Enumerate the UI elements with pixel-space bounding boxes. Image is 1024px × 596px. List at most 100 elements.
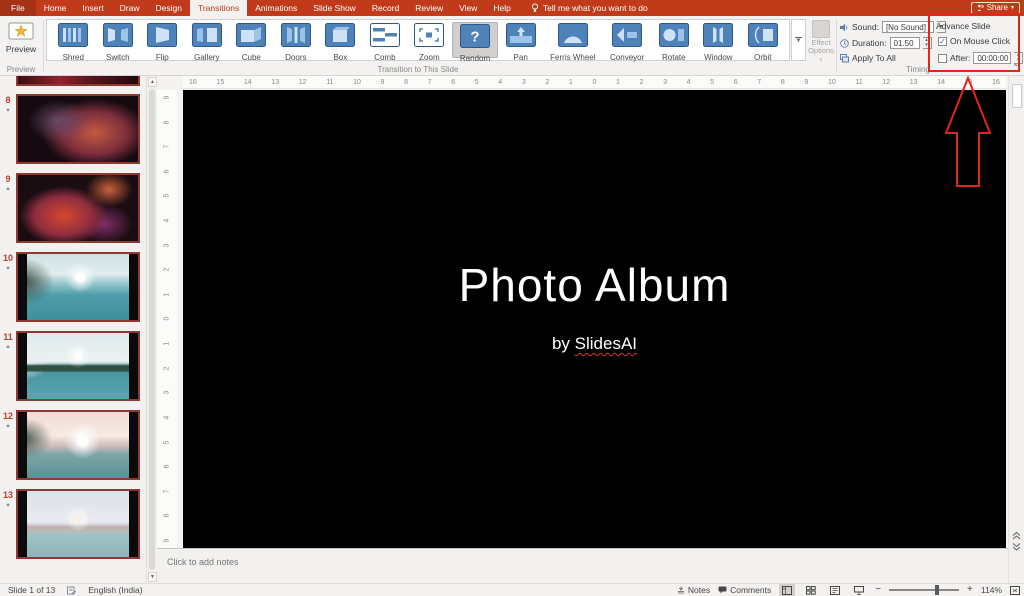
menu-tab-design[interactable]: Design xyxy=(148,0,190,16)
slide-thumbnail-13[interactable] xyxy=(16,489,140,559)
after-option[interactable]: After: 00:00:00 ▴▾ xyxy=(938,52,1023,64)
transition-label: Random xyxy=(460,54,490,63)
powerpoint-window: FileHomeInsertDrawDesignTransitionsAnima… xyxy=(0,0,1024,596)
menu-tab-transitions[interactable]: Transitions xyxy=(190,0,247,16)
transition-doors[interactable]: Doors xyxy=(274,22,319,58)
notes-placeholder: Click to add notes xyxy=(167,557,239,567)
slide-thumbnail-9[interactable] xyxy=(16,173,140,243)
transition-box[interactable]: Box xyxy=(318,22,363,58)
comments-toggle-label: Comments xyxy=(730,585,771,595)
share-button[interactable]: Share ▾ xyxy=(971,2,1020,14)
slide-thumbnail-row: 11✶ xyxy=(0,331,146,401)
notes-pane[interactable]: Click to add notes xyxy=(157,548,1008,583)
slide-thumbnail-10[interactable] xyxy=(16,252,140,322)
transition-pan[interactable]: Pan xyxy=(498,22,543,58)
slide-thumbnail-11[interactable] xyxy=(16,331,140,401)
rotate-transition-icon xyxy=(659,23,689,52)
menu-tab-file[interactable]: File xyxy=(0,0,36,16)
apply-to-all-button[interactable]: Apply To All xyxy=(840,53,896,63)
transition-rotate[interactable]: Rotate xyxy=(652,22,697,58)
thumbnail-scrollbar-thumb[interactable] xyxy=(149,89,155,570)
transition-ferris-wheel[interactable]: Ferris Wheel xyxy=(543,22,603,58)
effect-options-button[interactable]: Effect Options ˅ xyxy=(808,20,834,68)
transition-shred[interactable]: Shred xyxy=(51,22,96,58)
transition-window[interactable]: Window xyxy=(696,22,741,58)
svg-text:?: ? xyxy=(470,29,479,46)
menu-tab-view[interactable]: View xyxy=(451,0,485,16)
ruler-tick: 9 xyxy=(164,96,171,100)
transition-zoom[interactable]: Zoom xyxy=(407,22,452,58)
transition-label: Window xyxy=(704,53,732,62)
ruler-tick: 5 xyxy=(710,76,714,88)
duration-spinner[interactable]: ▴▾ xyxy=(923,37,932,49)
scroll-down-icon[interactable]: ▼ xyxy=(148,572,157,582)
zoom-in-button[interactable]: + xyxy=(967,585,973,595)
normal-view-button[interactable] xyxy=(779,584,795,596)
on-mouse-click-checkbox[interactable]: ✓ xyxy=(938,37,947,46)
tell-me-box[interactable]: Tell me what you want to do xyxy=(531,0,648,16)
sound-label: Sound: xyxy=(852,22,879,32)
comb-transition-icon xyxy=(370,23,400,52)
menu-tab-insert[interactable]: Insert xyxy=(74,0,111,16)
transition-conveyor[interactable]: Conveyor xyxy=(603,22,652,58)
menu-tab-draw[interactable]: Draw xyxy=(112,0,148,16)
ruler-tick: 3 xyxy=(522,76,526,88)
comments-toggle-button[interactable]: Comments xyxy=(718,585,771,595)
slide-title[interactable]: Photo Album xyxy=(183,258,1006,312)
transition-gallery[interactable]: Gallery xyxy=(185,22,230,58)
zoom-slider[interactable] xyxy=(889,589,959,591)
preview-group: Preview Preview xyxy=(0,16,42,75)
ruler-tick: 4 xyxy=(164,219,171,223)
slide-canvas[interactable]: Photo Album by SlidesAI xyxy=(183,90,1006,548)
reading-view-button[interactable] xyxy=(827,584,843,596)
transition-star-icon: ✶ xyxy=(0,502,16,509)
proofing-icon[interactable] xyxy=(67,586,76,595)
slide-show-view-button[interactable] xyxy=(851,584,867,596)
notes-toggle-button[interactable]: Notes xyxy=(677,585,710,595)
transition-random[interactable]: ?Random xyxy=(452,22,499,58)
language-indicator[interactable]: English (India) xyxy=(88,585,142,595)
zoom-level[interactable]: 114% xyxy=(981,585,1002,595)
on-mouse-click-option[interactable]: ✓ On Mouse Click xyxy=(938,36,1010,46)
preview-button[interactable]: Preview xyxy=(5,20,37,62)
zoom-out-button[interactable]: − xyxy=(875,585,881,595)
on-mouse-click-label: On Mouse Click xyxy=(950,36,1010,46)
menu-tab-animations[interactable]: Animations xyxy=(247,0,305,16)
menu-tab-help[interactable]: Help xyxy=(485,0,518,16)
transition-comb[interactable]: Comb xyxy=(363,22,408,58)
gallery-more-button[interactable]: ▼ xyxy=(791,19,806,61)
scroll-up-icon[interactable]: ▲ xyxy=(148,77,157,87)
vertical-scrollbar[interactable] xyxy=(1008,76,1024,583)
zoom-slider-thumb[interactable] xyxy=(935,585,939,595)
doors-transition-icon xyxy=(281,23,311,52)
after-checkbox[interactable] xyxy=(938,54,947,63)
collapse-ribbon-icon[interactable]: ⌃ xyxy=(1012,63,1019,72)
transition-switch[interactable]: Switch xyxy=(96,22,141,58)
slide-sorter-view-button[interactable] xyxy=(803,584,819,596)
slide-thumbnail-partial[interactable] xyxy=(16,76,140,86)
menu-tab-record[interactable]: Record xyxy=(364,0,407,16)
next-slide-icon[interactable] xyxy=(1012,543,1021,551)
previous-slide-icon[interactable] xyxy=(1012,532,1021,540)
slide-thumbnail-8[interactable] xyxy=(16,94,140,164)
transition-cube[interactable]: Cube xyxy=(229,22,274,58)
slide-thumbnails: 8✶9✶10✶11✶12✶13✶ xyxy=(0,94,146,559)
thumbnail-scrollbar[interactable]: ▲ ▼ xyxy=(146,76,157,583)
after-time-input[interactable]: 00:00:00 xyxy=(973,52,1011,64)
ruler-tick: 16 xyxy=(992,76,1000,88)
slide-thumbnail-12[interactable] xyxy=(16,410,140,480)
vertical-scrollbar-thumb[interactable] xyxy=(1012,84,1022,108)
gallery-transition-icon xyxy=(192,23,222,52)
duration-input[interactable]: 01.50 xyxy=(890,37,920,49)
transition-flip[interactable]: Flip xyxy=(140,22,185,58)
menu-tab-slide-show[interactable]: Slide Show xyxy=(305,0,364,16)
sound-select[interactable]: [No Sound] xyxy=(882,21,934,33)
notes-toggle-label: Notes xyxy=(688,585,710,595)
transition-orbit[interactable]: Orbit xyxy=(741,22,786,58)
slide-subtitle[interactable]: by SlidesAI xyxy=(183,334,1006,354)
menu-tab-home[interactable]: Home xyxy=(36,0,75,16)
menu-tabs: FileHomeInsertDrawDesignTransitionsAnima… xyxy=(0,0,519,16)
menu-tab-review[interactable]: Review xyxy=(407,0,451,16)
duration-clock-icon xyxy=(840,39,849,48)
fit-to-window-icon[interactable] xyxy=(1010,586,1020,595)
